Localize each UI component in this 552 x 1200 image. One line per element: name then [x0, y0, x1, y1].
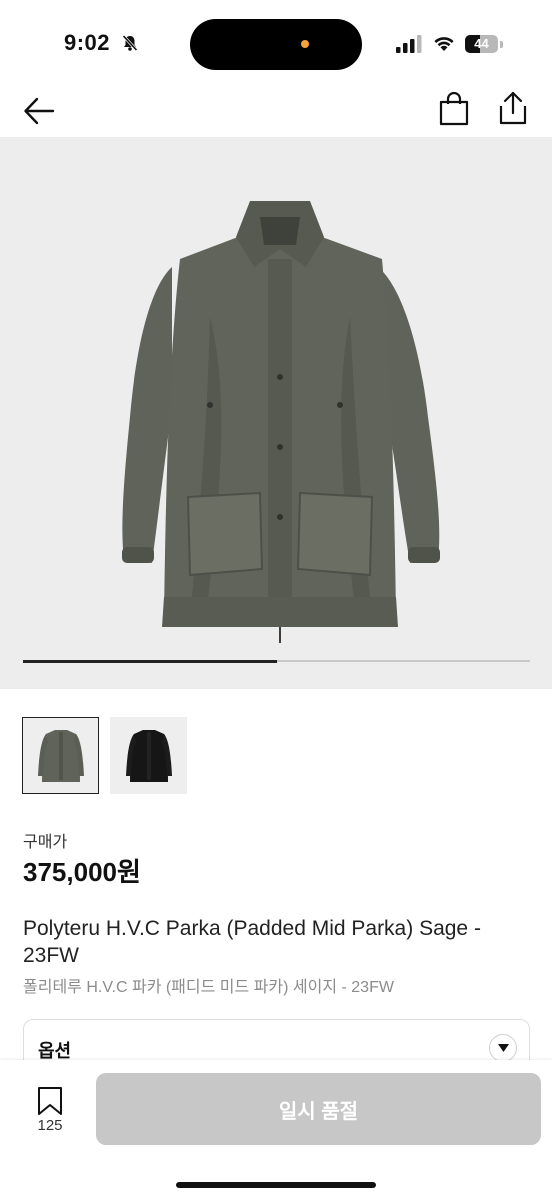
bottom-action-bar: 125 일시 품절: [0, 1060, 552, 1200]
parka-image: [122, 201, 440, 643]
triangle-down-icon: [498, 1044, 509, 1052]
price-label: 구매가: [23, 834, 68, 851]
cellular-signal-icon: [396, 35, 422, 53]
thumbnail-black-image: [125, 729, 172, 782]
product-title-en: Polyteru H.V.C Parka (Padded Mid Parka) …: [23, 917, 481, 967]
battery-indicator: 44: [465, 33, 503, 55]
thumbnail-sage-image: [37, 729, 84, 782]
shopping-bag-icon[interactable]: [438, 92, 470, 126]
bookmark-icon: [38, 1087, 62, 1115]
bookmark-count: 125: [37, 1117, 63, 1134]
product-price: 375,000원: [23, 857, 141, 887]
thumbnail-black[interactable]: [110, 717, 187, 794]
status-bar: 9:02 44: [0, 0, 552, 88]
share-icon[interactable]: [497, 90, 529, 126]
home-indicator: [176, 1182, 376, 1188]
bell-muted-icon: [122, 34, 138, 52]
carousel-progress-fill: [23, 659, 277, 663]
wifi-icon: [434, 37, 454, 51]
carousel-progress: [23, 659, 530, 663]
option-dropdown-toggle[interactable]: [489, 1034, 517, 1062]
sold-out-button[interactable]: 일시 품절: [96, 1073, 541, 1145]
arrow-left-icon[interactable]: [22, 94, 56, 128]
status-time: 9:02: [64, 30, 111, 55]
thumbnail-list: [22, 717, 187, 795]
dynamic-island: [190, 19, 362, 70]
product-title-ko: 폴리테루 H.V.C 파카 (패디드 미드 파카) 세이지 - 23FW: [23, 979, 394, 996]
battery-percent: 44: [474, 36, 489, 51]
thumbnail-sage[interactable]: [22, 717, 99, 794]
bookmark-button[interactable]: 125: [30, 1084, 70, 1138]
recording-indicator: [301, 40, 309, 48]
top-nav: [0, 88, 552, 136]
product-image-carousel[interactable]: [0, 137, 552, 689]
